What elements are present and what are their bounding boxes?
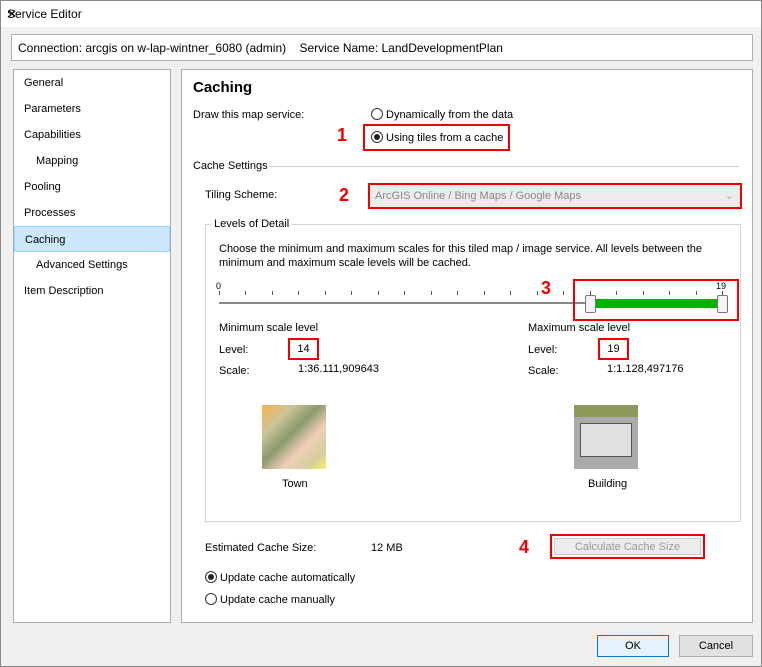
sidebar-item-general[interactable]: General: [14, 70, 170, 96]
page-title: Caching: [193, 79, 253, 96]
lod-description: Choose the minimum and maximum scales fo…: [219, 243, 702, 269]
town-preview-image: [262, 405, 326, 469]
slider-tick: [324, 291, 326, 295]
estimated-size-label: Estimated Cache Size:: [205, 542, 317, 554]
highlight-3: [573, 279, 739, 321]
slider-tick: [457, 291, 459, 295]
slider-tick: [351, 291, 353, 295]
radio-dynamic[interactable]: Dynamically from the data: [371, 108, 513, 121]
radio-selected-icon: [371, 131, 383, 143]
slider-tick: [536, 291, 538, 295]
slider-tick: [563, 291, 565, 295]
max-scale-label: Scale:: [528, 365, 559, 377]
slider-tick: [298, 291, 300, 295]
update-manual-label: Update cache manually: [220, 594, 335, 606]
radio-selected-icon: [205, 571, 217, 583]
radio-tiles[interactable]: Using tiles from a cache: [371, 131, 503, 144]
tiling-scheme-value: ArcGIS Online / Bing Maps / Google Maps: [375, 190, 582, 202]
slider-tick: [245, 291, 247, 295]
max-level-label: Level:: [528, 344, 558, 356]
annotation-3: 3: [541, 278, 552, 298]
annotation-1: 1: [337, 125, 348, 145]
sidebar-item-caching[interactable]: Caching: [14, 226, 170, 252]
slider-min-label: 0: [216, 281, 222, 291]
connection-info: Connection: arcgis on w-lap-wintner_6080…: [11, 34, 753, 61]
lod-legend: Levels of Detail: [211, 218, 293, 230]
min-scale-value: 1:36.111,909643: [298, 363, 379, 375]
min-level-value: 14: [288, 338, 319, 360]
radio-icon: [371, 108, 383, 120]
calculate-cache-size-button[interactable]: Calculate Cache Size: [554, 538, 701, 555]
radio-icon: [205, 593, 217, 605]
tiling-label: Tiling Scheme:: [205, 189, 278, 201]
building-label: Building: [588, 478, 628, 490]
slider-tick: [430, 291, 432, 295]
slider-tick: [271, 291, 273, 295]
close-icon[interactable]: ✕: [7, 7, 753, 21]
building-preview-image: [574, 405, 638, 469]
radio-dynamic-label: Dynamically from the data: [386, 109, 514, 121]
tiling-scheme-select[interactable]: ArcGIS Online / Bing Maps / Google Maps ⌄: [368, 183, 742, 209]
radio-tiles-label: Using tiles from a cache: [386, 132, 504, 144]
chevron-down-icon: ⌄: [724, 190, 734, 202]
town-label: Town: [282, 478, 308, 490]
slider-tick: [377, 291, 379, 295]
title-bar: Service Editor ✕: [1, 1, 761, 27]
max-level-value: 19: [598, 338, 629, 360]
max-scale-value: 1:1.128,497176: [607, 363, 684, 375]
annotation-4: 4: [519, 537, 530, 557]
sidebar-item-advanced-settings[interactable]: Advanced Settings: [14, 252, 170, 278]
cancel-button[interactable]: Cancel: [679, 635, 753, 657]
slider-tick: [483, 291, 485, 295]
radio-update-auto[interactable]: Update cache automatically: [205, 571, 355, 584]
sidebar-item-mapping[interactable]: Mapping: [14, 148, 170, 174]
min-level-label: Level:: [219, 344, 249, 356]
sidebar-item-item-description[interactable]: Item Description: [14, 278, 170, 304]
slider-tick: [510, 291, 512, 295]
sidebar-item-parameters[interactable]: Parameters: [14, 96, 170, 122]
divider: [269, 166, 739, 167]
max-title: Maximum scale level: [528, 322, 631, 334]
slider-tick: [404, 291, 406, 295]
min-title: Minimum scale level: [219, 322, 319, 334]
update-auto-label: Update cache automatically: [220, 572, 356, 584]
radio-update-manual[interactable]: Update cache manually: [205, 593, 335, 606]
annotation-2: 2: [339, 185, 350, 205]
sidebar-item-capabilities[interactable]: Capabilities: [14, 122, 170, 148]
draw-label: Draw this map service:: [193, 109, 305, 121]
ok-button[interactable]: OK: [597, 635, 669, 657]
slider-tick: [219, 291, 220, 295]
sidebar-item-pooling[interactable]: Pooling: [14, 174, 170, 200]
cache-settings-label: Cache Settings: [193, 160, 268, 172]
estimated-size-value: 12 MB: [371, 542, 403, 554]
min-scale-label: Scale:: [219, 365, 250, 377]
sidebar: General Parameters Capabilities Mapping …: [13, 69, 171, 623]
sidebar-item-processes[interactable]: Processes: [14, 200, 170, 226]
